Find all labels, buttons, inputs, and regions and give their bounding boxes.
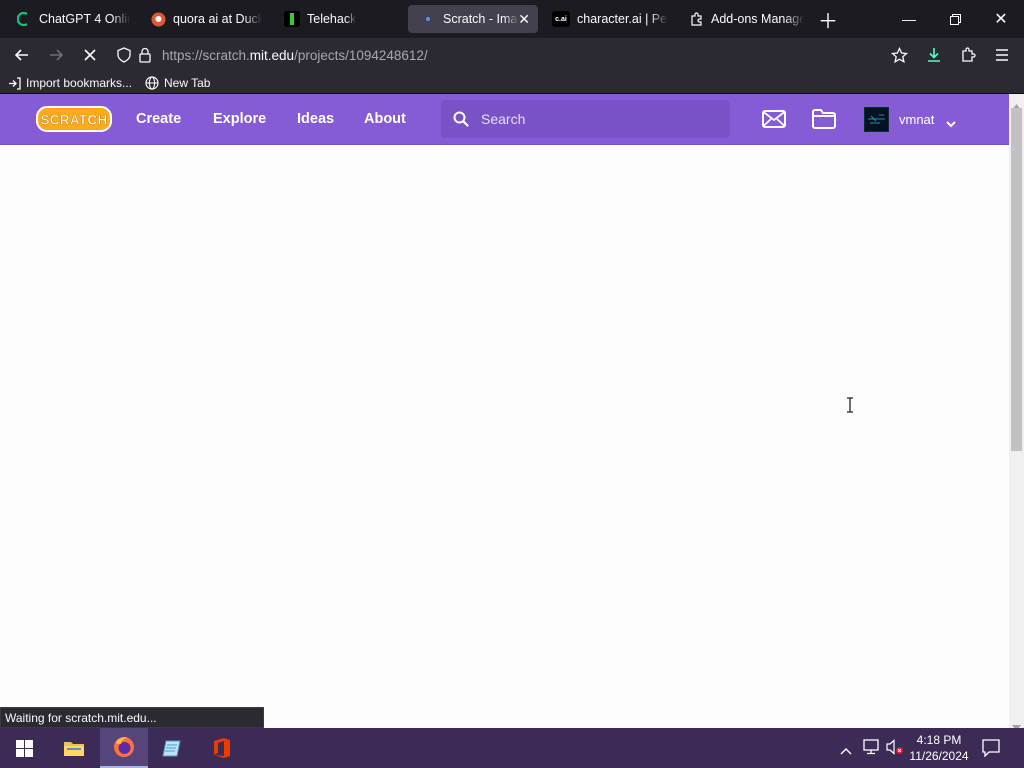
- scrollbar-thumb[interactable]: [1011, 108, 1022, 451]
- vertical-scrollbar[interactable]: [1009, 94, 1024, 731]
- puzzle-icon: [688, 11, 704, 27]
- messages-button[interactable]: [762, 110, 786, 133]
- url-domain: mit.edu: [249, 48, 295, 63]
- characterai-icon: c.ai: [552, 11, 570, 27]
- text-cursor-icon: [846, 397, 854, 418]
- folder-icon: [64, 742, 84, 756]
- globe-icon: [145, 76, 159, 90]
- search-input[interactable]: [481, 100, 721, 138]
- tab-title: Add-ons Manager: [711, 12, 804, 26]
- tab-title: character.ai | Personalized AI: [577, 12, 668, 26]
- bookmark-label: New Tab: [164, 76, 211, 90]
- office-icon: [214, 738, 230, 758]
- chatgpt-icon: [16, 11, 32, 27]
- tab-addons-manager[interactable]: Add-ons Manager: [676, 5, 804, 33]
- nav-about[interactable]: About: [364, 111, 406, 127]
- taskbar-office[interactable]: [198, 728, 246, 768]
- notepad-icon: [162, 740, 181, 757]
- volume-muted-icon[interactable]: [886, 739, 904, 760]
- windows-icon: [15, 739, 33, 757]
- tab-duckduckgo[interactable]: quora ai at DuckDuckGo: [138, 5, 262, 33]
- envelope-icon: [762, 110, 786, 128]
- hamburger-icon: [996, 49, 1008, 61]
- account-menu[interactable]: vmnat: [864, 107, 992, 133]
- browser-tab-strip: ChatGPT 4 Online quora ai at DuckDuckGo …: [0, 0, 1024, 38]
- tab-characterai[interactable]: c.ai character.ai | Personalized AI: [540, 5, 668, 33]
- clock-time: 4:18 PM: [916, 733, 962, 747]
- show-hidden-icons[interactable]: [840, 742, 852, 760]
- nav-create[interactable]: Create: [136, 111, 181, 127]
- import-icon: [9, 76, 21, 90]
- username: vmnat: [899, 112, 935, 127]
- restore-icon: [949, 13, 961, 25]
- lock-icon[interactable]: [138, 47, 152, 68]
- puzzle-icon: [962, 47, 976, 62]
- extensions-button[interactable]: [954, 41, 982, 69]
- avatar: [864, 107, 889, 132]
- firefox-icon: [114, 737, 134, 757]
- shield-icon[interactable]: [116, 47, 132, 68]
- tab-title: quora ai at DuckDuckGo: [173, 12, 262, 26]
- tab-title: Telehack: [307, 12, 357, 26]
- taskbar: 4:18 PM 11/26/2024: [0, 728, 1024, 768]
- nav-ideas[interactable]: Ideas: [297, 111, 334, 127]
- page-content: [0, 145, 1009, 728]
- notifications-icon[interactable]: [982, 739, 1000, 762]
- download-icon: [928, 48, 940, 62]
- taskbar-file-explorer[interactable]: [50, 728, 98, 768]
- forward-arrow-icon: [50, 49, 64, 61]
- restore-button[interactable]: [932, 0, 978, 38]
- stop-loading-button[interactable]: [76, 41, 104, 69]
- svg-text:SCRATCH: SCRATCH: [40, 113, 107, 128]
- bookmark-label: Import bookmarks...: [26, 76, 133, 90]
- close-window-button[interactable]: ✕: [978, 0, 1024, 38]
- close-tab-icon[interactable]: ✕: [518, 11, 530, 28]
- tab-scratch[interactable]: Scratch - Imagine, Program, Share ✕: [408, 5, 538, 33]
- bookmarks-toolbar: Import bookmarks... New Tab: [0, 72, 1024, 94]
- search-icon: [453, 111, 469, 132]
- browser-toolbar: https://scratch.mit.edu/projects/1094248…: [0, 38, 1024, 72]
- my-stuff-button[interactable]: [812, 109, 836, 134]
- clock-date: 11/26/2024: [909, 749, 969, 763]
- telehack-icon: [284, 11, 300, 27]
- menu-button[interactable]: [988, 41, 1016, 69]
- tab-title: ChatGPT 4 Online: [39, 12, 130, 26]
- status-panel: Waiting for scratch.mit.edu...: [0, 707, 264, 728]
- system-clock[interactable]: 4:18 PM 11/26/2024: [906, 732, 972, 764]
- scratch-logo[interactable]: SCRATCH: [36, 105, 112, 133]
- search-box[interactable]: [441, 100, 730, 138]
- stop-icon: [84, 49, 96, 61]
- back-button[interactable]: [8, 41, 36, 69]
- minimize-button[interactable]: —: [886, 0, 932, 38]
- url-text[interactable]: https://scratch.mit.edu/projects/1094248…: [162, 48, 428, 63]
- tab-telehack[interactable]: Telehack: [272, 5, 396, 33]
- chevron-down-icon: [946, 115, 956, 133]
- folder-icon: [812, 109, 836, 129]
- bookmark-new-tab[interactable]: New Tab: [145, 74, 210, 92]
- start-button[interactable]: [0, 728, 48, 768]
- network-icon[interactable]: [862, 739, 880, 760]
- scratch-navbar: SCRATCH Create Explore Ideas About vmnat: [0, 94, 1009, 145]
- address-bar[interactable]: https://scratch.mit.edu/projects/1094248…: [108, 41, 916, 69]
- url-path: /projects/1094248612/: [294, 48, 428, 63]
- star-icon: [890, 46, 908, 63]
- url-prefix: https://scratch.: [162, 48, 250, 63]
- taskbar-app[interactable]: [148, 728, 196, 768]
- back-arrow-icon: [14, 49, 28, 61]
- bookmark-import[interactable]: Import bookmarks...: [8, 74, 132, 92]
- tab-chatgpt[interactable]: ChatGPT 4 Online: [4, 5, 130, 33]
- nav-explore[interactable]: Explore: [213, 111, 266, 127]
- scratch-icon: [420, 11, 436, 27]
- new-tab-button[interactable]: ＋: [805, 0, 851, 38]
- tab-title: Scratch - Imagine, Program, Share: [443, 12, 519, 26]
- duckduckgo-icon: [150, 11, 166, 27]
- downloads-button[interactable]: [920, 41, 948, 69]
- taskbar-firefox[interactable]: [100, 728, 148, 768]
- bookmark-star-button[interactable]: [885, 41, 913, 69]
- forward-button[interactable]: [42, 41, 70, 69]
